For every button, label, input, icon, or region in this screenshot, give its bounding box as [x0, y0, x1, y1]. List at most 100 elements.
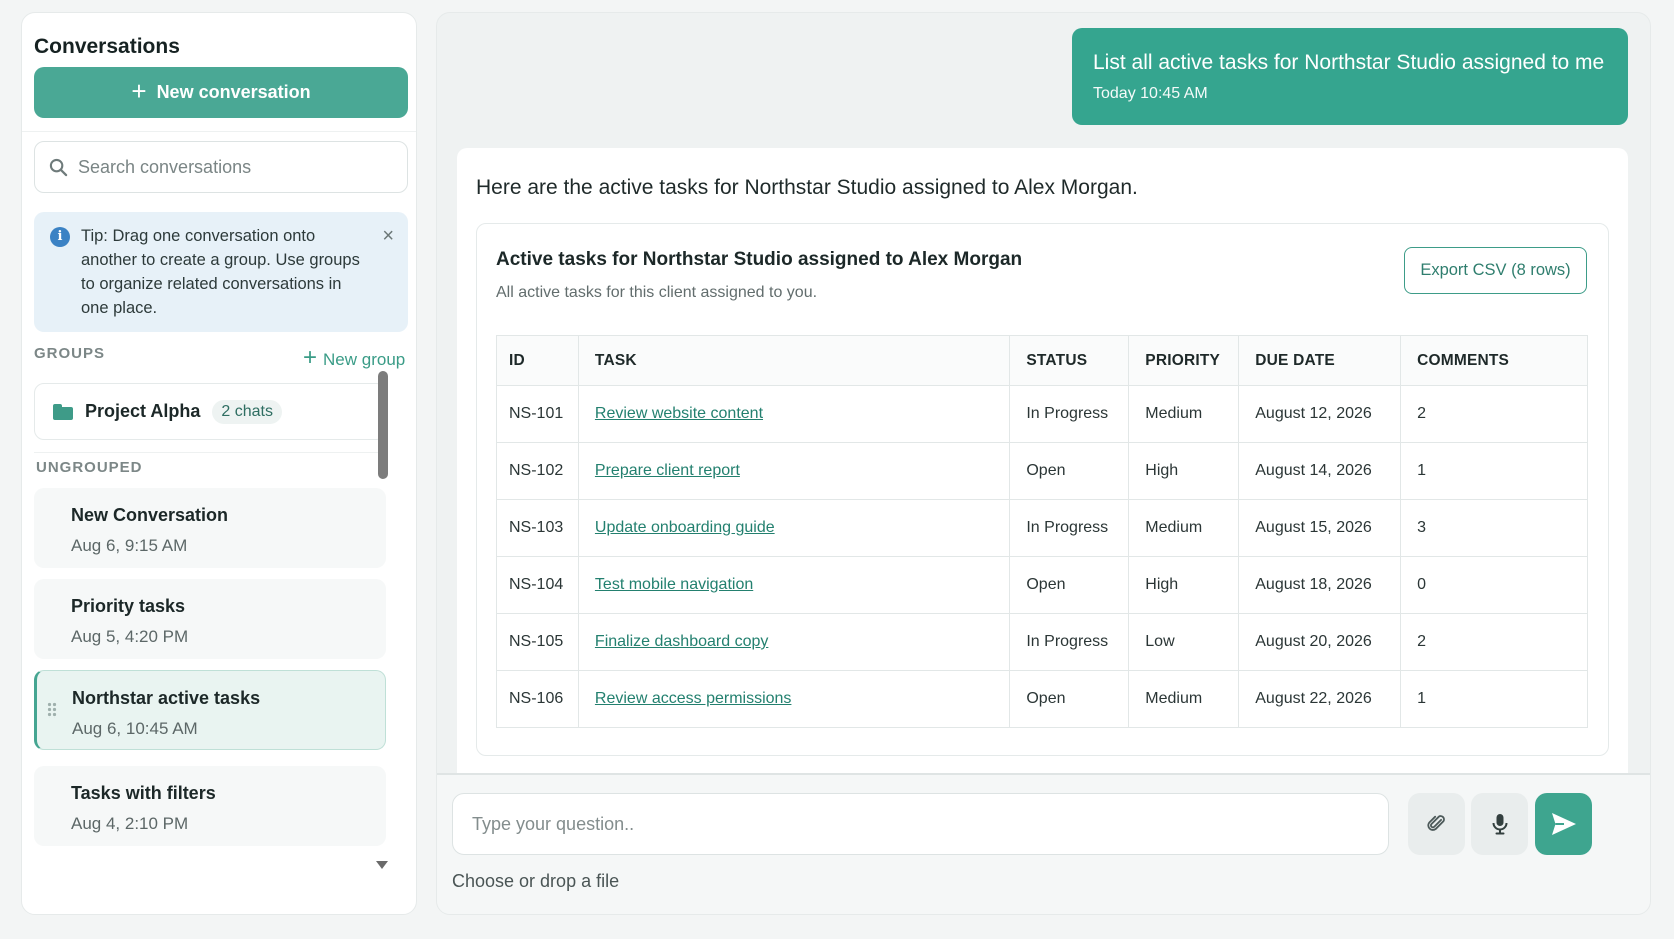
- table-row: NS-105 Finalize dashboard copy In Progre…: [496, 613, 1588, 671]
- task-comments: 2: [1400, 385, 1588, 443]
- task-status: In Progress: [1009, 499, 1130, 557]
- new-group-label: New group: [323, 349, 406, 369]
- task-status: In Progress: [1009, 613, 1130, 671]
- task-comments: 0: [1400, 556, 1588, 614]
- task-comments: 1: [1400, 442, 1588, 500]
- question-input[interactable]: [452, 793, 1389, 855]
- conversation-item[interactable]: Priority tasks Aug 5, 4:20 PM: [34, 579, 386, 659]
- sidebar-title: Conversations: [34, 35, 180, 58]
- user-message-bubble: List all active tasks for Northstar Stud…: [1072, 28, 1628, 125]
- send-icon: [1551, 813, 1576, 835]
- task-priority: High: [1128, 556, 1240, 614]
- task-link[interactable]: Review access permissions: [595, 690, 792, 707]
- tip-banner: i Tip: Drag one conversation onto anothe…: [34, 212, 408, 332]
- task-link[interactable]: Review website content: [595, 405, 763, 422]
- tip-text: Tip: Drag one conversation onto another …: [81, 227, 360, 317]
- task-link[interactable]: Test mobile navigation: [595, 576, 753, 593]
- task-results-card: Active tasks for Northstar Studio assign…: [476, 223, 1609, 756]
- send-button[interactable]: [1535, 793, 1592, 855]
- task-priority: Medium: [1128, 670, 1240, 728]
- table-row: NS-103 Update onboarding guide In Progre…: [496, 499, 1588, 557]
- task-due-date: August 18, 2026: [1238, 556, 1402, 614]
- task-link[interactable]: Finalize dashboard copy: [595, 633, 768, 650]
- task-link[interactable]: Update onboarding guide: [595, 519, 775, 536]
- microphone-icon: [1492, 814, 1507, 835]
- task-comments: 2: [1400, 613, 1588, 671]
- task-id: NS-102: [496, 442, 579, 500]
- task-priority: Low: [1128, 613, 1240, 671]
- task-due-date: August 15, 2026: [1238, 499, 1402, 557]
- task-status: Open: [1009, 670, 1130, 728]
- task-id: NS-106: [496, 670, 579, 728]
- table-row: NS-104 Test mobile navigation Open High …: [496, 556, 1588, 614]
- close-icon[interactable]: ×: [382, 224, 394, 248]
- group-count-badge: 2 chats: [212, 399, 282, 424]
- scroll-down-arrow-icon[interactable]: [376, 861, 388, 869]
- conversation-title: Priority tasks: [71, 596, 186, 616]
- group-name: Project Alpha: [85, 401, 201, 421]
- conversation-item[interactable]: New Conversation Aug 6, 9:15 AM: [34, 488, 386, 568]
- task-priority: Medium: [1128, 499, 1240, 557]
- group-item-project-alpha[interactable]: Project Alpha 2 chats: [34, 383, 386, 440]
- task-status: Open: [1009, 442, 1130, 500]
- divider: [22, 131, 416, 132]
- assistant-intro-text: Here are the active tasks for Northstar …: [476, 176, 1138, 199]
- tasks-table: ID TASK STATUS PRIORITY DUE DATE COMMENT…: [496, 335, 1588, 728]
- ungrouped-label: UNGROUPED: [36, 459, 143, 476]
- column-header-due-date[interactable]: DUE DATE: [1238, 335, 1402, 386]
- conversation-title: Tasks with filters: [71, 783, 216, 803]
- task-link[interactable]: Prepare client report: [595, 462, 740, 479]
- message-composer: Choose or drop a file: [437, 773, 1650, 914]
- user-message-text: List all active tasks for Northstar Stud…: [1093, 51, 1605, 74]
- task-id: NS-103: [496, 499, 579, 557]
- new-conversation-button[interactable]: + New conversation: [34, 67, 408, 118]
- conversation-item-active[interactable]: Northstar active tasks Aug 6, 10:45 AM: [34, 670, 386, 750]
- plus-icon: +: [303, 344, 318, 371]
- conversation-title: New Conversation: [71, 505, 229, 525]
- table-header-row: ID TASK STATUS PRIORITY DUE DATE COMMENT…: [496, 335, 1588, 386]
- card-title: Active tasks for Northstar Studio assign…: [496, 249, 1023, 270]
- table-row: NS-102 Prepare client report Open High A…: [496, 442, 1588, 500]
- conversation-item[interactable]: Tasks with filters Aug 4, 2:10 PM: [34, 766, 386, 846]
- task-due-date: August 22, 2026: [1238, 670, 1402, 728]
- task-due-date: August 12, 2026: [1238, 385, 1402, 443]
- new-group-button[interactable]: + New group: [303, 344, 406, 371]
- info-icon: i: [50, 227, 70, 247]
- task-comments: 3: [1400, 499, 1588, 557]
- task-comments: 1: [1400, 670, 1588, 728]
- plus-icon: +: [131, 76, 147, 106]
- task-cell: Review access permissions: [577, 670, 1011, 728]
- search-icon: [49, 158, 68, 176]
- conversations-sidebar: Conversations + New conversation i Tip: …: [21, 12, 417, 915]
- conversation-date: Aug 5, 4:20 PM: [71, 627, 189, 646]
- voice-input-button[interactable]: [1471, 793, 1528, 855]
- export-csv-button[interactable]: Export CSV (8 rows): [1404, 247, 1587, 294]
- search-input[interactable]: [78, 156, 378, 178]
- column-header-id[interactable]: ID: [496, 335, 579, 386]
- column-header-status[interactable]: STATUS: [1009, 335, 1130, 386]
- drag-handle-icon[interactable]: [47, 702, 57, 718]
- card-subtitle: All active tasks for this client assigne…: [496, 284, 818, 301]
- task-id: NS-101: [496, 385, 579, 443]
- search-box[interactable]: [34, 141, 408, 193]
- task-priority: Medium: [1128, 385, 1240, 443]
- task-cell: Prepare client report: [577, 442, 1011, 500]
- task-cell: Update onboarding guide: [577, 499, 1011, 557]
- task-cell: Review website content: [577, 385, 1011, 443]
- groups-label: GROUPS: [34, 345, 106, 362]
- conversation-date: Aug 6, 9:15 AM: [71, 536, 188, 555]
- assistant-message: Here are the active tasks for Northstar …: [457, 148, 1628, 788]
- paperclip-icon: [1426, 815, 1445, 831]
- task-status: Open: [1009, 556, 1130, 614]
- attach-button[interactable]: [1408, 793, 1465, 855]
- conversation-date: Aug 4, 2:10 PM: [71, 814, 189, 833]
- column-header-comments[interactable]: COMMENTS: [1400, 335, 1588, 386]
- conversation-date: Aug 6, 10:45 AM: [72, 719, 198, 738]
- file-drop-link[interactable]: Choose or drop a file: [452, 871, 619, 892]
- folder-icon: [53, 403, 73, 420]
- column-header-priority[interactable]: PRIORITY: [1128, 335, 1240, 386]
- sidebar-scrollbar[interactable]: [378, 371, 388, 479]
- column-header-task[interactable]: TASK: [577, 335, 1011, 386]
- task-id: NS-104: [496, 556, 579, 614]
- table-row: NS-101 Review website content In Progres…: [496, 385, 1588, 443]
